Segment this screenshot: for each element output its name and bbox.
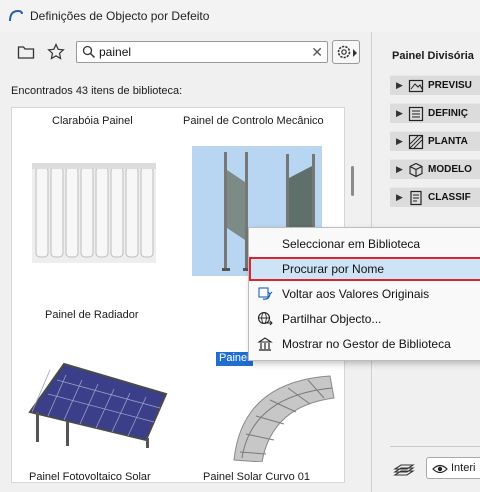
folder-icon: [17, 46, 35, 59]
section-label: CLASSIF: [428, 192, 471, 203]
classification-icon: [410, 190, 422, 206]
section-label: PLANTA: [428, 136, 468, 147]
floor-plan-icon: [408, 134, 424, 150]
menu-item-share-object[interactable]: Partilhar Objecto...: [249, 307, 480, 331]
eye-icon: [432, 464, 448, 474]
preview-icon: [408, 79, 424, 93]
library-item-label[interactable]: Painel Solar Curvo 01: [203, 471, 310, 482]
search-icon: [82, 45, 96, 59]
menu-item-reset-defaults[interactable]: Voltar aos Valores Originais: [249, 282, 480, 306]
curved-solar-panel-thumbnail[interactable]: [212, 362, 336, 462]
grid-scrollbar-thumb[interactable]: [351, 166, 354, 196]
menu-item-select-in-library[interactable]: Seleccionar em Biblioteca: [249, 232, 480, 256]
cube-icon: [409, 162, 423, 178]
expand-arrow-icon[interactable]: ▶: [396, 80, 403, 91]
settings-list-icon: [408, 106, 424, 122]
section-preview[interactable]: ▶ PREVISU: [390, 75, 480, 95]
reset-icon: [258, 287, 273, 300]
clear-search-icon[interactable]: ✕: [311, 44, 323, 60]
library-item-label[interactable]: Painel Fotovoltaico Solar: [29, 471, 151, 482]
menu-item-label: Seleccionar em Biblioteca: [282, 237, 421, 251]
menu-item-show-in-library-manager[interactable]: Mostrar no Gestor de Biblioteca: [249, 332, 480, 356]
expand-arrow-icon[interactable]: ▶: [396, 108, 403, 119]
section-label: MODELO: [428, 164, 472, 175]
search-settings-button[interactable]: [332, 40, 360, 64]
share-globe-icon: [257, 311, 273, 326]
expand-arrow-icon[interactable]: ▶: [396, 192, 403, 203]
menu-item-label: Mostrar no Gestor de Biblioteca: [282, 337, 451, 351]
section-label: PREVISU: [428, 80, 472, 91]
menu-item-search-by-name[interactable]: Procurar por Nome: [249, 257, 480, 281]
menu-item-label: Procurar por Nome: [282, 262, 385, 276]
gear-icon: [337, 45, 351, 59]
section-classification[interactable]: ▶ CLASSIF: [390, 187, 480, 207]
context-menu: Seleccionar em Biblioteca Procurar por N…: [248, 227, 480, 361]
library-item-label[interactable]: Painel de Controlo Mecânico: [183, 115, 324, 127]
section-label: DEFINIÇ: [428, 108, 468, 119]
expand-arrow-icon[interactable]: ▶: [396, 136, 403, 147]
expand-arrow-icon[interactable]: ▶: [396, 164, 403, 175]
view-mode-label: Interi: [451, 462, 476, 474]
title-bar: Definições de Objecto por Defeito: [0, 0, 480, 32]
solar-panel-thumbnail[interactable]: [26, 360, 168, 450]
menu-item-label: Voltar aos Valores Originais: [282, 287, 430, 301]
search-box[interactable]: ✕: [76, 41, 328, 63]
folder-button[interactable]: [14, 41, 38, 63]
favorites-button[interactable]: [44, 41, 68, 63]
library-item-label[interactable]: Clarabóia Painel: [52, 115, 133, 127]
radiator-thumbnail[interactable]: [30, 153, 158, 263]
library-manager-icon: [257, 337, 273, 351]
results-count: Encontrados 43 itens de biblioteca:: [11, 85, 183, 97]
object-name-title: Painel Divisória: [392, 50, 474, 62]
search-input[interactable]: [99, 44, 299, 60]
layers-icon[interactable]: [393, 460, 415, 478]
window-title: Definições de Objecto por Defeito: [30, 9, 210, 23]
star-icon: [47, 43, 65, 60]
view-mode-button[interactable]: Interi: [426, 457, 480, 479]
archicad-app-icon: [9, 9, 23, 22]
section-settings[interactable]: ▶ DEFINIÇ: [390, 103, 480, 123]
section-floor-plan[interactable]: ▶ PLANTA: [390, 131, 480, 151]
section-model[interactable]: ▶ MODELO: [390, 159, 480, 179]
library-item-label[interactable]: Painel de Radiador: [45, 309, 139, 321]
menu-item-label: Partilhar Objecto...: [282, 312, 382, 326]
chevron-right-icon: [353, 49, 357, 57]
